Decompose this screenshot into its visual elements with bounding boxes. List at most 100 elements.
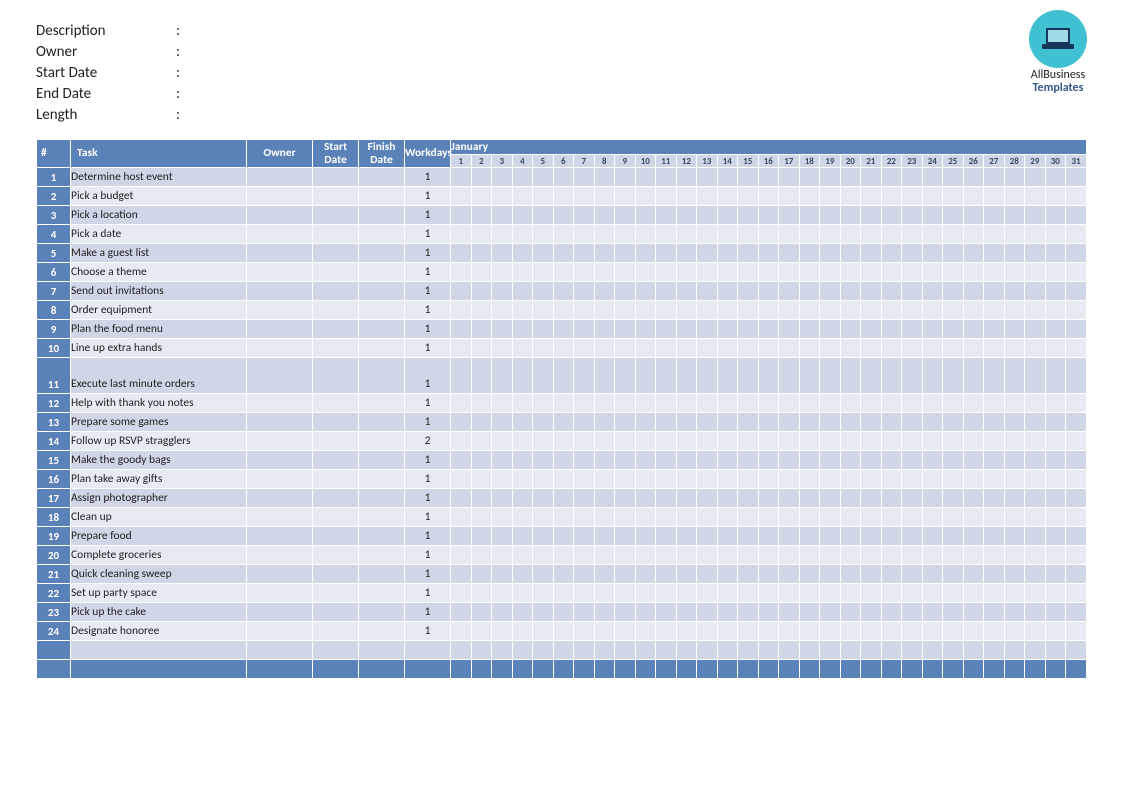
task-finish (359, 206, 405, 225)
gantt-cell (799, 451, 820, 470)
gantt-cell (615, 282, 636, 301)
gantt-cell (1025, 225, 1046, 244)
gantt-cell (471, 394, 492, 413)
task-name: Pick a date (71, 225, 247, 244)
gantt-cell (594, 394, 615, 413)
gantt-cell (963, 470, 984, 489)
meta-label: Owner (36, 43, 176, 61)
gantt-cell (451, 339, 472, 358)
gantt-cell (451, 622, 472, 641)
gantt-cell (717, 263, 738, 282)
gantt-cell (943, 206, 964, 225)
meta-description: Description : (36, 20, 1087, 41)
gantt-cell (984, 263, 1005, 282)
empty-cell (553, 660, 574, 679)
gantt-cell (492, 470, 513, 489)
day-header: 31 (1066, 155, 1087, 168)
gantt-cell (492, 358, 513, 394)
gantt-cell (943, 394, 964, 413)
gantt-cell (1025, 301, 1046, 320)
gantt-cell (984, 244, 1005, 263)
row-number: 4 (37, 225, 71, 244)
gantt-cell (717, 282, 738, 301)
gantt-cell (779, 603, 800, 622)
gantt-cell (574, 470, 595, 489)
gantt-cell (471, 584, 492, 603)
gantt-cell (676, 225, 697, 244)
day-header: 27 (984, 155, 1005, 168)
meta-end-date: End Date : (36, 83, 1087, 104)
gantt-cell (799, 263, 820, 282)
gantt-cell (881, 263, 902, 282)
gantt-cell (1066, 489, 1087, 508)
gantt-cell (1045, 168, 1066, 187)
task-name: Complete groceries (71, 546, 247, 565)
gantt-cell (471, 244, 492, 263)
task-name: Assign photographer (71, 489, 247, 508)
day-header: 23 (902, 155, 923, 168)
gantt-cell (615, 168, 636, 187)
gantt-cell (840, 301, 861, 320)
meta-label: Description (36, 22, 176, 40)
task-workdays: 1 (405, 622, 451, 641)
gantt-cell (635, 225, 656, 244)
task-row: 18Clean up1 (37, 508, 1087, 527)
gantt-cell (471, 527, 492, 546)
gantt-cell (984, 187, 1005, 206)
task-workdays: 1 (405, 225, 451, 244)
gantt-cell (1004, 244, 1025, 263)
gantt-cell (902, 470, 923, 489)
gantt-cell (1025, 584, 1046, 603)
gantt-cell (717, 584, 738, 603)
gantt-cell (512, 451, 533, 470)
gantt-cell (676, 622, 697, 641)
gantt-cell (574, 451, 595, 470)
gantt-cell (492, 603, 513, 622)
gantt-cell (656, 451, 677, 470)
gantt-cell (963, 358, 984, 394)
task-start (313, 527, 359, 546)
gantt-cell (1004, 206, 1025, 225)
gantt-cell (861, 432, 882, 451)
task-name: Follow up RSVP stragglers (71, 432, 247, 451)
gantt-cell (697, 413, 718, 432)
gantt-cell (594, 432, 615, 451)
row-number: 3 (37, 206, 71, 225)
gantt-cell (861, 565, 882, 584)
gantt-cell (779, 225, 800, 244)
gantt-cell (1045, 622, 1066, 641)
empty-cell (451, 660, 472, 679)
gantt-cell (492, 565, 513, 584)
gantt-cell (451, 225, 472, 244)
gantt-cell (512, 527, 533, 546)
gantt-cell (594, 489, 615, 508)
gantt-cell (1045, 206, 1066, 225)
empty-cell (820, 641, 841, 660)
row-number: 23 (37, 603, 71, 622)
gantt-cell (943, 263, 964, 282)
task-owner (247, 168, 313, 187)
gantt-cell (615, 394, 636, 413)
task-row: 22Set up party space1 (37, 584, 1087, 603)
task-name: Quick cleaning sweep (71, 565, 247, 584)
task-name: Help with thank you notes (71, 394, 247, 413)
day-header: 16 (758, 155, 779, 168)
gantt-cell (820, 546, 841, 565)
gantt-cell (594, 206, 615, 225)
gantt-cell (471, 187, 492, 206)
gantt-cell (656, 168, 677, 187)
gantt-cell (881, 451, 902, 470)
meta-label: Length (36, 106, 176, 124)
row-number: 22 (37, 584, 71, 603)
gantt-cell (574, 622, 595, 641)
gantt-cell (861, 320, 882, 339)
day-header: 22 (881, 155, 902, 168)
gantt-cell (635, 546, 656, 565)
gantt-cell (512, 584, 533, 603)
gantt-cell (1066, 320, 1087, 339)
task-owner (247, 451, 313, 470)
gantt-cell (717, 622, 738, 641)
row-number: 19 (37, 527, 71, 546)
task-workdays: 1 (405, 413, 451, 432)
gantt-cell (758, 168, 779, 187)
